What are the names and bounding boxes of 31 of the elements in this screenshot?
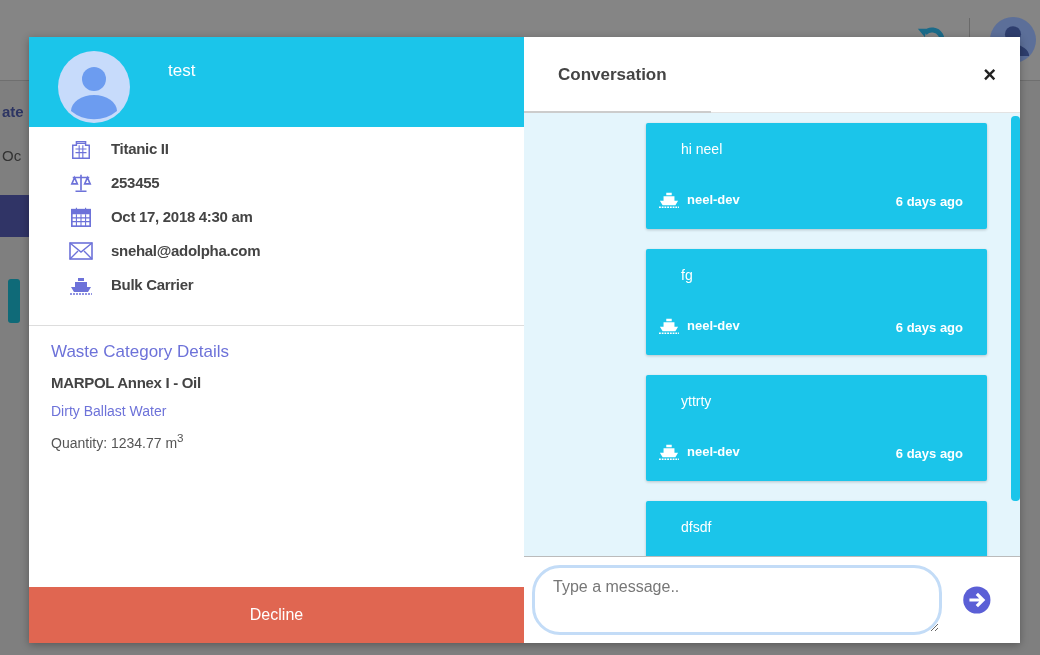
section-title: Waste Category Details bbox=[51, 342, 230, 362]
calendar-icon bbox=[69, 205, 93, 228]
message-text: hi neel bbox=[681, 141, 724, 157]
user-name: test bbox=[168, 61, 196, 81]
detail-text: 253455 bbox=[111, 174, 160, 191]
cut-text: ate bbox=[2, 103, 24, 120]
avatar-icon bbox=[58, 51, 130, 123]
toolbar-strip bbox=[0, 195, 29, 237]
detail-text: Titanic II bbox=[111, 140, 169, 157]
message-text: fg bbox=[681, 267, 694, 283]
envelope-icon bbox=[69, 240, 93, 261]
cut-text: Oc bbox=[2, 147, 22, 164]
message-time: 6 days ago bbox=[895, 192, 963, 209]
sender-name: neel-dev bbox=[687, 317, 740, 333]
detail-text: snehal@adolpha.com bbox=[111, 242, 261, 259]
close-button[interactable]: × bbox=[979, 61, 1000, 88]
waste-category: MARPOL Annex I - Oil bbox=[51, 374, 202, 391]
scrollbar-thumb[interactable] bbox=[1011, 116, 1020, 501]
message-text: yttrty bbox=[681, 393, 713, 409]
waste-subcategory: Dirty Ballast Water bbox=[51, 403, 168, 419]
send-icon[interactable] bbox=[962, 585, 992, 615]
detail-text: Bulk Carrier bbox=[111, 276, 194, 293]
sender-name: neel-dev bbox=[687, 191, 740, 207]
message-time: 6 days ago bbox=[895, 444, 963, 461]
detail-text: Oct 17, 2018 4:30 am bbox=[111, 208, 253, 225]
message-time: 6 days ago bbox=[895, 318, 963, 335]
sender-name: neel-dev bbox=[687, 443, 740, 459]
message-input[interactable]: Type a message.. bbox=[532, 565, 943, 635]
conversation-title: Conversation bbox=[558, 64, 667, 85]
quantity-text: Quantity: 1234.77 m$^{3}$ bbox=[51, 431, 185, 451]
message-text: dfsdf bbox=[681, 519, 713, 535]
